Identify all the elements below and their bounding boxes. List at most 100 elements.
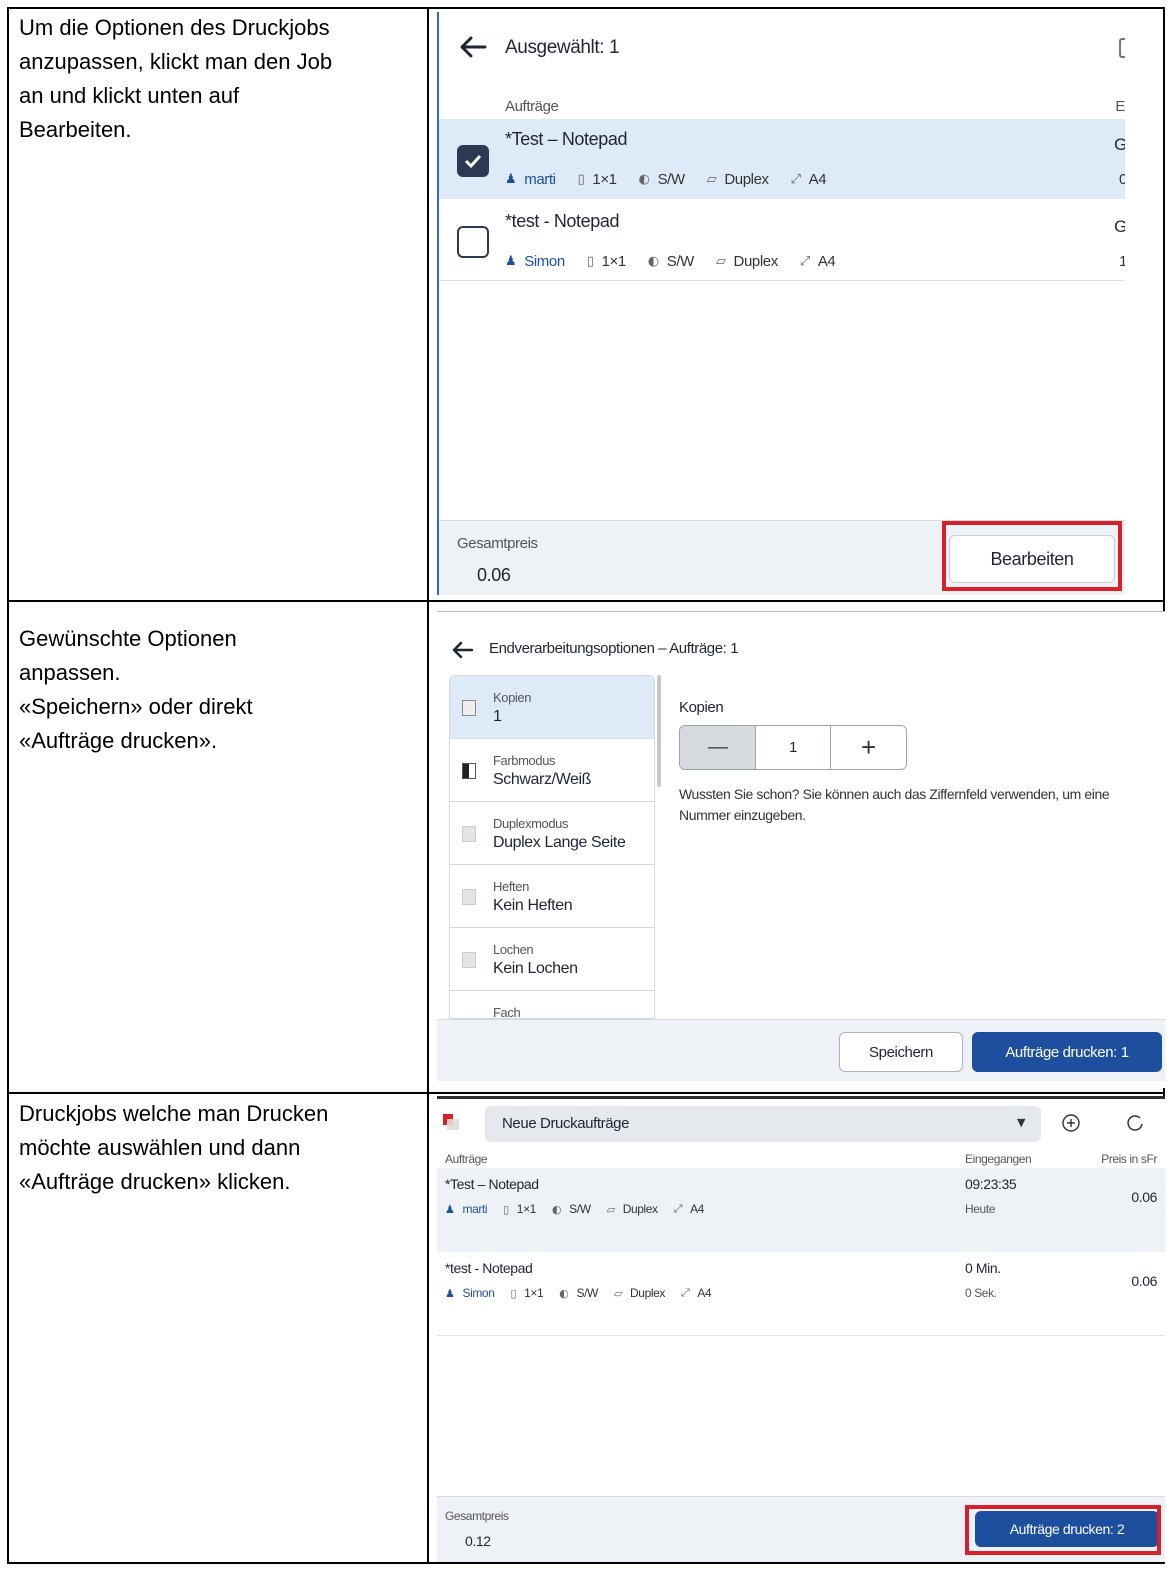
job-duplex: Duplex — [630, 1286, 665, 1300]
instruction-line: möchte auswählen und dann — [19, 1135, 301, 1160]
job-duplex: Duplex — [622, 1202, 658, 1216]
job-price: 0.06 — [1131, 1273, 1157, 1289]
staple-icon — [462, 889, 476, 905]
option-label: Farbmodus — [493, 753, 556, 768]
job-meta: ♟ marti ▯ 1×1 ◐ S/W ▱ Duplex ⤢ A4 — [445, 1202, 704, 1216]
increment-button[interactable]: + — [830, 726, 906, 769]
job-color: S/W — [657, 171, 686, 188]
option-tray[interactable]: Fach — [450, 991, 654, 1018]
job-row[interactable]: *test - Notepad ♟ Simon ▯ 1×1 ◐ S/W ▱ Duplex… — [439, 199, 1125, 281]
document-table: Um die Optionen des Druckjobs anzupassen… — [7, 7, 1165, 1564]
detail-title: Kopien — [679, 699, 724, 716]
add-icon[interactable] — [1061, 1113, 1081, 1133]
total-value: 0.06 — [477, 565, 511, 585]
duplex-icon — [462, 826, 476, 842]
job-price: 0.06 — [1131, 1189, 1157, 1205]
print-jobs-button[interactable]: Aufträge drucken: 1 — [972, 1032, 1162, 1072]
copies-icon: ▯ — [510, 1286, 517, 1300]
instruction-line: Gewünschte Optionen — [19, 626, 237, 651]
job-meta: ♟ Simon ▯ 1×1 ◐ S/W ▱ Duplex ⤢ A4 — [505, 253, 836, 270]
printer-logo-icon — [443, 1114, 459, 1130]
job-row-selected[interactable]: *Test – Notepad ♟ marti ▯ 1×1 ◐ S/W ▱ Duplex… — [439, 119, 1125, 199]
job-user: Simon — [462, 1286, 495, 1300]
job-row[interactable]: *test - Notepad ♟ Simon ▯ 1×1 ◐ S/W ▱ Duplex… — [437, 1252, 1165, 1336]
instruction-2: Gewünschte Optionen anpassen. «Speichern… — [19, 622, 419, 758]
job-copies: 1×1 — [516, 1202, 537, 1216]
option-copies[interactable]: Kopien 1 — [450, 676, 654, 739]
row-divider-1 — [9, 600, 1163, 602]
instruction-line: «Aufträge drucken». — [19, 728, 218, 753]
instruction-line: anpassen. — [19, 660, 121, 685]
paper-size-icon: ⤢ — [681, 1286, 690, 1299]
duplex-icon: ▱ — [706, 172, 717, 187]
duplex-icon: ▱ — [715, 254, 726, 269]
checkbox-checked-icon[interactable] — [457, 145, 489, 177]
option-value: Kein Heften — [493, 897, 573, 914]
column-cut: E — [1115, 98, 1125, 115]
duplex-icon: ▱ — [606, 1202, 615, 1216]
duplex-icon: ▱ — [613, 1286, 623, 1300]
copies-icon: ▯ — [586, 254, 594, 269]
job-title: *Test – Notepad — [445, 1176, 539, 1192]
option-color-mode[interactable]: Farbmodus Schwarz/Weiß — [450, 739, 654, 802]
job-right-bottom: 1 — [1119, 253, 1125, 270]
job-size: A4 — [690, 1202, 704, 1216]
highlight-edit — [942, 521, 1122, 591]
job-copies: 1×1 — [592, 171, 617, 188]
top-edge — [437, 1096, 1165, 1099]
checkbox-empty-icon[interactable] — [457, 226, 489, 258]
user-icon: ♟ — [505, 254, 517, 269]
back-arrow-icon[interactable] — [459, 36, 487, 58]
instruction-line: anzupassen, klickt man den Job — [19, 49, 333, 74]
option-label: Kopien — [493, 690, 532, 705]
copies-value[interactable]: 1 — [755, 726, 831, 769]
queue-dropdown[interactable]: Neue Druckaufträge ▼ — [485, 1106, 1041, 1142]
paper-size-icon: ⤢ — [790, 172, 801, 187]
user-icon: ♟ — [445, 1202, 455, 1216]
instruction-1: Um die Optionen des Druckjobs anzupassen… — [19, 11, 419, 147]
options-scrollbar[interactable] — [657, 675, 661, 787]
job-title: *test - Notepad — [505, 211, 620, 231]
option-value: Schwarz/Weiß — [493, 771, 592, 788]
job-meta: ♟ marti ▯ 1×1 ◐ S/W ▱ Duplex ⤢ A4 — [505, 171, 827, 188]
save-button[interactable]: Speichern — [839, 1032, 963, 1072]
job-row[interactable]: *Test – Notepad ♟ marti ▯ 1×1 ◐ S/W ▱ Duplex… — [437, 1168, 1165, 1252]
option-value: Kein Lochen — [493, 960, 578, 977]
color-mode-icon: ◐ — [647, 254, 659, 269]
option-punch[interactable]: Lochen Kein Lochen — [450, 928, 654, 991]
refresh-icon[interactable] — [1125, 1113, 1145, 1133]
job-color: S/W — [666, 253, 695, 270]
column-jobs: Aufträge — [505, 98, 559, 115]
column-received: Eingegangen — [965, 1152, 1032, 1166]
option-staple[interactable]: Heften Kein Heften — [450, 865, 654, 928]
option-label: Lochen — [493, 942, 534, 957]
instruction-line: Bearbeiten. — [19, 117, 132, 142]
screenshot-selected-jobs: Ausgewählt: 1 Aufträge E *Test – Notepad… — [437, 12, 1125, 595]
paper-size-icon: ⤢ — [799, 254, 810, 269]
options-header: Endverarbeitungsoptionen – Aufträge: 1 — [489, 640, 739, 657]
total-value: 0.12 — [465, 1533, 491, 1549]
job-size: A4 — [817, 253, 836, 270]
job-received-day: 0 Sek. — [965, 1286, 997, 1300]
user-icon: ♟ — [445, 1286, 455, 1300]
option-label: Duplexmodus — [493, 816, 569, 831]
column-divider — [427, 9, 429, 1562]
color-mode-icon — [462, 763, 476, 779]
back-arrow-icon[interactable] — [452, 641, 474, 659]
job-title: *test - Notepad — [445, 1260, 533, 1276]
job-right-bottom: 0 — [1119, 171, 1125, 188]
screenshot-print-jobs: Neue Druckaufträge ▼ Aufträge Eingegange… — [437, 1096, 1165, 1562]
copies-icon: ▯ — [577, 172, 585, 187]
selection-header: Ausgewählt: 1 — [505, 37, 620, 58]
instruction-3: Druckjobs welche man Drucken möchte ausw… — [19, 1097, 419, 1199]
color-mode-icon: ◐ — [559, 1286, 569, 1300]
job-size: A4 — [808, 171, 827, 188]
row-divider-2 — [9, 1092, 1163, 1094]
decrement-button[interactable]: — — [680, 726, 756, 769]
job-meta: ♟ Simon ▯ 1×1 ◐ S/W ▱ Duplex ⤢ A4 — [445, 1286, 712, 1300]
job-user: marti — [462, 1202, 488, 1216]
instruction-line: Druckjobs welche man Drucken — [19, 1101, 329, 1126]
option-duplex[interactable]: Duplexmodus Duplex Lange Seite — [450, 802, 654, 865]
options-list: Kopien 1 Farbmodus Schwarz/Weiß Duplexmo… — [449, 675, 655, 1019]
job-received-time: 0 Min. — [965, 1260, 1001, 1276]
